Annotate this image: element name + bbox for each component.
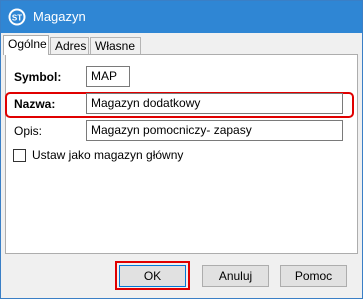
svg-text:ST: ST xyxy=(12,14,22,23)
tab-custom[interactable]: Własne xyxy=(90,37,141,54)
cancel-button[interactable]: Anuluj xyxy=(202,265,269,287)
title-bar[interactable]: ST Magazyn xyxy=(1,1,362,33)
name-label: Nazwa: xyxy=(14,97,56,111)
tab-strip: Ogólne Adres Własne xyxy=(3,35,360,55)
description-input[interactable]: Magazyn pomocniczy- zapasy xyxy=(86,120,343,141)
description-label: Opis: xyxy=(14,124,43,138)
button-bar: OK Anuluj Pomoc xyxy=(1,254,362,298)
symbol-input[interactable]: MAP xyxy=(86,66,130,87)
main-warehouse-checkbox[interactable] xyxy=(13,149,26,162)
main-warehouse-checkbox-label[interactable]: Ustaw jako magazyn główny xyxy=(32,148,183,162)
tab-panel-general: Symbol: MAP Nazwa: Magazyn dodatkowy Opi… xyxy=(5,54,358,254)
tab-address[interactable]: Adres xyxy=(50,37,89,54)
ok-button[interactable]: OK xyxy=(119,265,186,287)
help-button[interactable]: Pomoc xyxy=(280,265,347,287)
tab-general[interactable]: Ogólne xyxy=(3,35,49,55)
symbol-label: Symbol: xyxy=(14,70,62,84)
dialog-window: ST Magazyn Ogólne Adres Własne Symbol: M… xyxy=(0,0,363,299)
window-title: Magazyn xyxy=(33,9,86,24)
app-logo-icon: ST xyxy=(8,8,26,26)
name-input[interactable]: Magazyn dodatkowy xyxy=(86,93,343,114)
